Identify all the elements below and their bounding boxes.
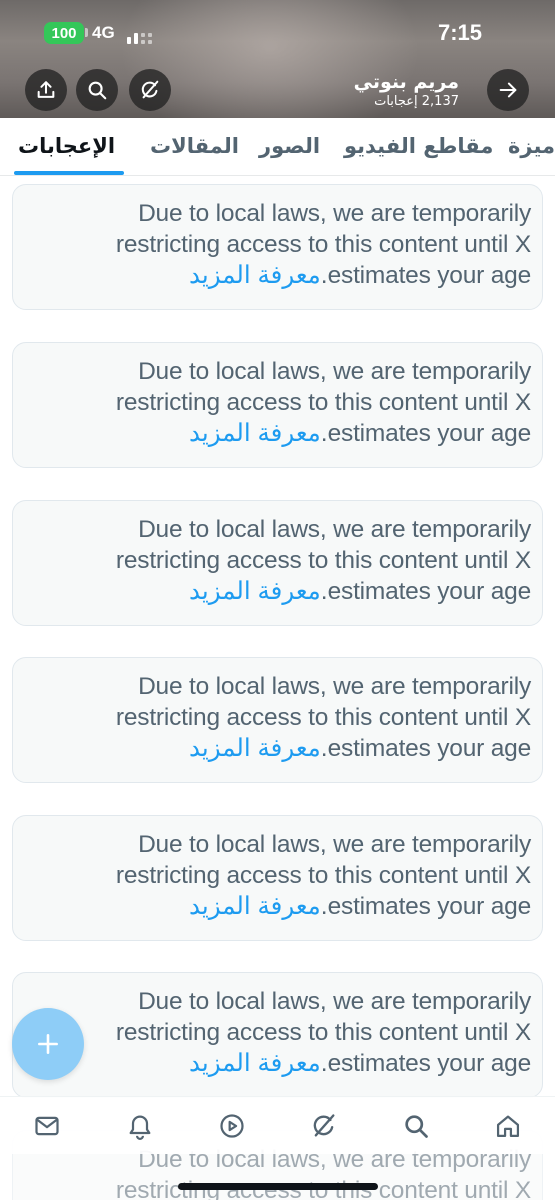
learn-more-link[interactable]: معرفة المزيد [189, 578, 321, 605]
learn-more-link[interactable]: معرفة المزيد [189, 420, 321, 447]
learn-more-link[interactable]: معرفة المزيد [189, 1050, 321, 1077]
notice-line-1: Due to local laws, we are temporarily [138, 516, 531, 543]
nav-notifications[interactable] [123, 1109, 157, 1143]
clock: 7:15 [437, 20, 482, 45]
share-icon [37, 81, 55, 98]
notice-line-2: restricting access to this content until… [115, 862, 531, 889]
restricted-notice: Due to local laws, we are temporarily re… [12, 657, 543, 783]
learn-more-link[interactable]: معرفة المزيد [189, 262, 321, 289]
battery-tip [85, 28, 88, 37]
notice-line-3: معرفة المزيد.estimates your age [27, 576, 531, 607]
notice-line-3: معرفة المزيد.estimates your age [27, 733, 531, 764]
notice-line-1: Due to local laws, we are temporarily [138, 988, 531, 1015]
profile-tabs: الإعجابات المقالات الصور مقاطع الفيديو م… [0, 118, 555, 176]
profile-name: مريم بنوتي [353, 71, 459, 93]
grok-icon [141, 80, 159, 99]
notice-line-3-text: .estimates your age [320, 893, 531, 920]
notice-line-1: Due to local laws, we are temporarily [138, 673, 531, 700]
signal-icon [127, 24, 157, 44]
app-screen: 100 4G 7:15 مريم بنوتي 2,137 إعجابات الإ… [0, 0, 555, 1200]
home-indicator [178, 1183, 378, 1190]
profile-header: 100 4G 7:15 مريم بنوتي 2,137 إعجابات [0, 0, 555, 118]
notice-line-2: restricting access to this content until… [115, 231, 531, 258]
notice-line-3: معرفة المزيد.estimates your age [27, 1048, 531, 1079]
notice-line-3-text: .estimates your age [320, 420, 531, 447]
restricted-notice: Due to local laws, we are temporarily re… [12, 500, 543, 626]
back-arrow-icon [499, 82, 517, 98]
battery-indicator: 100 [44, 22, 84, 44]
restricted-notice: Due to local laws, we are temporarily re… [12, 972, 543, 1098]
notice-line-3: معرفة المزيد.estimates your age [27, 418, 531, 449]
back-button[interactable] [487, 69, 529, 111]
mail-icon [35, 1116, 59, 1136]
notice-line-2: restricting access to this content until… [115, 547, 531, 574]
search-icon [405, 1115, 428, 1138]
play-icon [220, 1114, 244, 1138]
nav-search[interactable] [399, 1109, 433, 1143]
search-button[interactable] [76, 69, 118, 111]
tab-likes[interactable]: الإعجابات [18, 132, 115, 160]
nav-grok[interactable] [307, 1109, 341, 1143]
restricted-notice: Due to local laws, we are temporarily re… [12, 342, 543, 468]
tab-articles[interactable]: المقالات [150, 132, 239, 160]
notice-line-3: معرفة المزيد.estimates your age [27, 891, 531, 922]
notice-line-1: Due to local laws, we are temporarily [138, 831, 531, 858]
bell-icon [129, 1115, 151, 1140]
likes-count: 2,137 إعجابات [374, 94, 459, 109]
home-icon [496, 1115, 520, 1138]
network-type: 4G [92, 23, 115, 42]
notice-line-2: restricting access to this content until… [115, 704, 531, 731]
tab-videos[interactable]: مقاطع الفيديو [344, 132, 493, 160]
search-icon [88, 81, 107, 100]
notice-line-2: restricting access to this content until… [115, 389, 531, 416]
notice-line-3-text: .estimates your age [320, 1050, 531, 1077]
active-tab-indicator [14, 171, 124, 175]
nav-videos[interactable] [215, 1109, 249, 1143]
notice-line-3-text: .estimates your age [320, 262, 531, 289]
notice-line-1: Due to local laws, we are temporarily [138, 200, 531, 227]
tab-highlights[interactable]: ميزة [508, 132, 555, 160]
tab-photos[interactable]: الصور [259, 132, 320, 160]
status-bar: 100 4G 7:15 [0, 0, 555, 66]
restricted-notice: Due to local laws, we are temporarily re… [12, 184, 543, 310]
share-button[interactable] [25, 69, 67, 111]
learn-more-link[interactable]: معرفة المزيد [189, 893, 321, 920]
grok-icon [313, 1114, 335, 1137]
nav-messages[interactable] [30, 1109, 64, 1143]
bottom-nav [0, 1096, 555, 1154]
compose-button[interactable] [12, 1008, 84, 1080]
nav-home[interactable] [491, 1109, 525, 1143]
notice-line-3-text: .estimates your age [320, 578, 531, 605]
learn-more-link[interactable]: معرفة المزيد [189, 735, 321, 762]
plus-icon [38, 1034, 58, 1054]
notice-line-2: restricting access to this content until… [115, 1019, 531, 1046]
notice-line-1: Due to local laws, we are temporarily [138, 358, 531, 385]
notice-line-3: معرفة المزيد.estimates your age [27, 260, 531, 291]
restricted-notice: Due to local laws, we are temporarily re… [12, 815, 543, 941]
grok-button[interactable] [129, 69, 171, 111]
notice-line-3-text: .estimates your age [320, 735, 531, 762]
